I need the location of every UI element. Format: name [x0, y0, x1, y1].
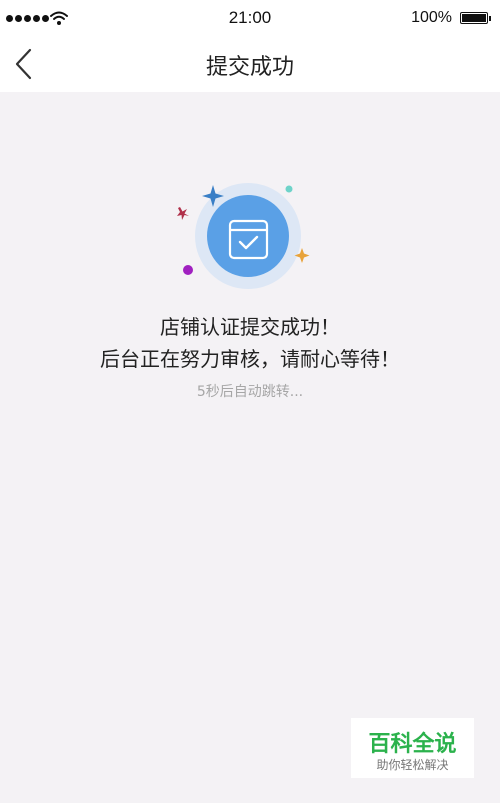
- watermark-subtitle: 助你轻松解决: [376, 758, 449, 772]
- sparkle-cross-icon: [177, 207, 189, 220]
- battery-percentage: 100%: [411, 9, 452, 26]
- nav-bar: 提交成功: [0, 36, 500, 92]
- decor-dot-purple: [183, 265, 193, 275]
- success-illustration: [177, 183, 310, 289]
- battery-icon: [460, 12, 491, 24]
- status-bar: 21:00 100%: [0, 0, 500, 36]
- accent-circle: [207, 195, 289, 277]
- page-title: 提交成功: [205, 55, 294, 80]
- success-message: 店铺认证提交成功！: [160, 315, 340, 339]
- watermark: 百科全说 助你轻松解决: [351, 718, 474, 778]
- watermark-title: 百科全说: [368, 732, 457, 757]
- decor-dot-teal: [285, 185, 293, 193]
- review-message: 后台正在努力审核，请耐心等待！: [100, 347, 400, 371]
- redirect-countdown: 5秒后自动跳转...: [196, 384, 304, 400]
- page: 21:00 100% 提交成功 店铺认证提交成功！ 后台正在努力审核，请耐心等待…: [0, 0, 500, 803]
